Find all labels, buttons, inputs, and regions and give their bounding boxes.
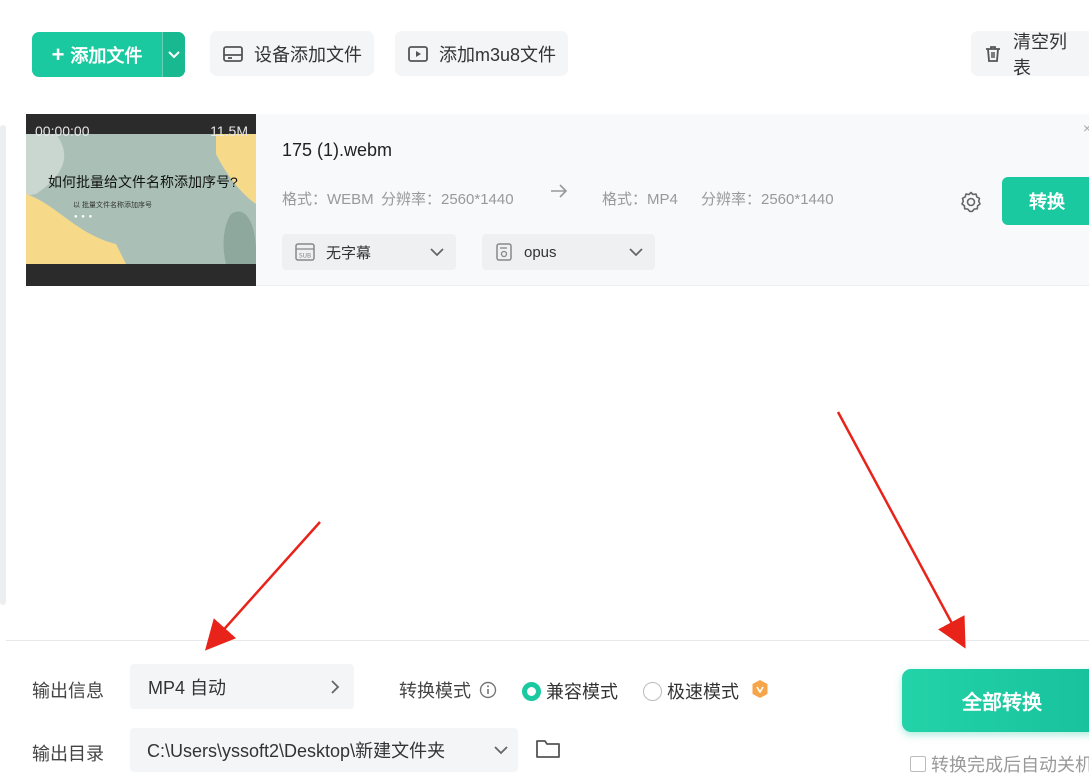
audio-track-icon xyxy=(496,243,512,261)
clear-list-label: 清空列表 xyxy=(1013,31,1067,78)
thumbnail-dots: ● ● ● xyxy=(74,214,94,220)
add-file-dropdown[interactable] xyxy=(162,32,185,77)
convert-all-label: 全部转换 xyxy=(962,692,1042,714)
info-icon[interactable] xyxy=(479,681,497,699)
subtitle-icon: SUB xyxy=(295,243,315,261)
close-icon[interactable]: × xyxy=(1083,120,1089,136)
chevron-down-icon xyxy=(168,50,180,58)
add-file-main[interactable]: + 添加文件 xyxy=(32,32,162,77)
add-device-file-button[interactable]: 设备添加文件 xyxy=(210,31,374,76)
source-format: 格式：WEBM xyxy=(282,191,374,208)
convert-button[interactable]: 转换 xyxy=(1002,177,1089,225)
add-file-button[interactable]: + 添加文件 xyxy=(32,32,185,77)
video-icon xyxy=(408,45,428,62)
annotation-arrow-output xyxy=(205,521,321,651)
folder-icon[interactable] xyxy=(535,737,561,759)
thumbnail-background xyxy=(26,134,256,264)
output-dir-label: 输出目录 xyxy=(32,744,104,764)
convert-label: 转换 xyxy=(1029,192,1065,212)
clear-list-button[interactable]: 清空列表 xyxy=(971,31,1089,78)
radio-indicator xyxy=(643,681,662,701)
radio-compatible-mode[interactable]: 兼容模式 xyxy=(522,678,618,704)
chevron-down-icon xyxy=(430,247,444,256)
conversion-mode-text: 转换模式 xyxy=(399,681,471,701)
chevron-right-icon xyxy=(331,679,340,694)
hard-drive-icon xyxy=(223,45,243,62)
plus-icon: + xyxy=(51,41,65,67)
auto-shutdown-checkbox[interactable]: 转换完成后自动关机 xyxy=(910,751,1089,777)
target-resolution: 分辨率：2560*1440 xyxy=(701,191,834,208)
output-info-select[interactable]: MP4 自动 xyxy=(130,664,354,709)
file-size: 11.5M xyxy=(210,123,248,139)
add-device-file-label: 设备添加文件 xyxy=(254,44,362,65)
audio-select[interactable]: opus xyxy=(482,234,655,270)
add-file-label: 添加文件 xyxy=(70,45,143,66)
file-item: 如何批量给文件名称添加序号? 以 批量文件名称添加序号 ● ● ● 00:00:… xyxy=(26,114,1089,286)
radio-fast-mode[interactable]: 极速模式 xyxy=(643,678,739,704)
radio-label: 兼容模式 xyxy=(546,682,618,702)
trash-icon xyxy=(986,45,1000,62)
annotation-arrow-convert-all xyxy=(836,411,966,649)
radio-indicator xyxy=(522,681,541,701)
video-duration: 00:00:00 xyxy=(35,123,90,139)
subtitle-select-value: 无字幕 xyxy=(326,244,372,262)
file-name: 175 (1).webm xyxy=(282,140,393,160)
output-info-label: 输出信息 xyxy=(32,681,104,701)
convert-all-button[interactable]: 全部转换 xyxy=(902,669,1089,732)
checkbox-box[interactable] xyxy=(910,756,926,772)
output-dir-value: C:\Users\yssoft2\Desktop\新建文件夹 xyxy=(147,741,446,761)
auto-shutdown-label: 转换完成后自动关机 xyxy=(931,755,1089,775)
scrollbar[interactable] xyxy=(0,125,6,605)
video-thumbnail[interactable]: 如何批量给文件名称添加序号? 以 批量文件名称添加序号 ● ● ● 00:00:… xyxy=(26,114,256,286)
target-format: 格式：MP4 xyxy=(602,191,678,208)
add-m3u8-label: 添加m3u8文件 xyxy=(439,44,557,65)
thumbnail-subtitle: 以 批量文件名称添加序号 xyxy=(73,202,152,209)
audio-select-value: opus xyxy=(524,243,557,261)
vip-badge-icon xyxy=(752,680,768,698)
divider xyxy=(6,640,1089,641)
output-info-value: MP4 自动 xyxy=(148,677,227,698)
subtitle-select[interactable]: SUB 无字幕 xyxy=(282,234,456,270)
svg-text:SUB: SUB xyxy=(299,253,311,260)
source-resolution: 分辨率：2560*1440 xyxy=(381,191,514,208)
output-dir-select[interactable]: C:\Users\yssoft2\Desktop\新建文件夹 xyxy=(130,728,518,772)
radio-label: 极速模式 xyxy=(667,682,739,702)
arrow-right-icon xyxy=(551,184,568,198)
chevron-down-icon xyxy=(494,745,508,754)
gear-icon[interactable] xyxy=(959,190,983,214)
thumbnail-image: 如何批量给文件名称添加序号? 以 批量文件名称添加序号 ● ● ● xyxy=(26,134,256,264)
thumbnail-title: 如何批量给文件名称添加序号? xyxy=(48,174,238,190)
add-m3u8-button[interactable]: 添加m3u8文件 xyxy=(395,31,569,76)
conversion-mode-label: 转换模式 xyxy=(399,677,497,703)
chevron-down-icon xyxy=(629,247,643,256)
